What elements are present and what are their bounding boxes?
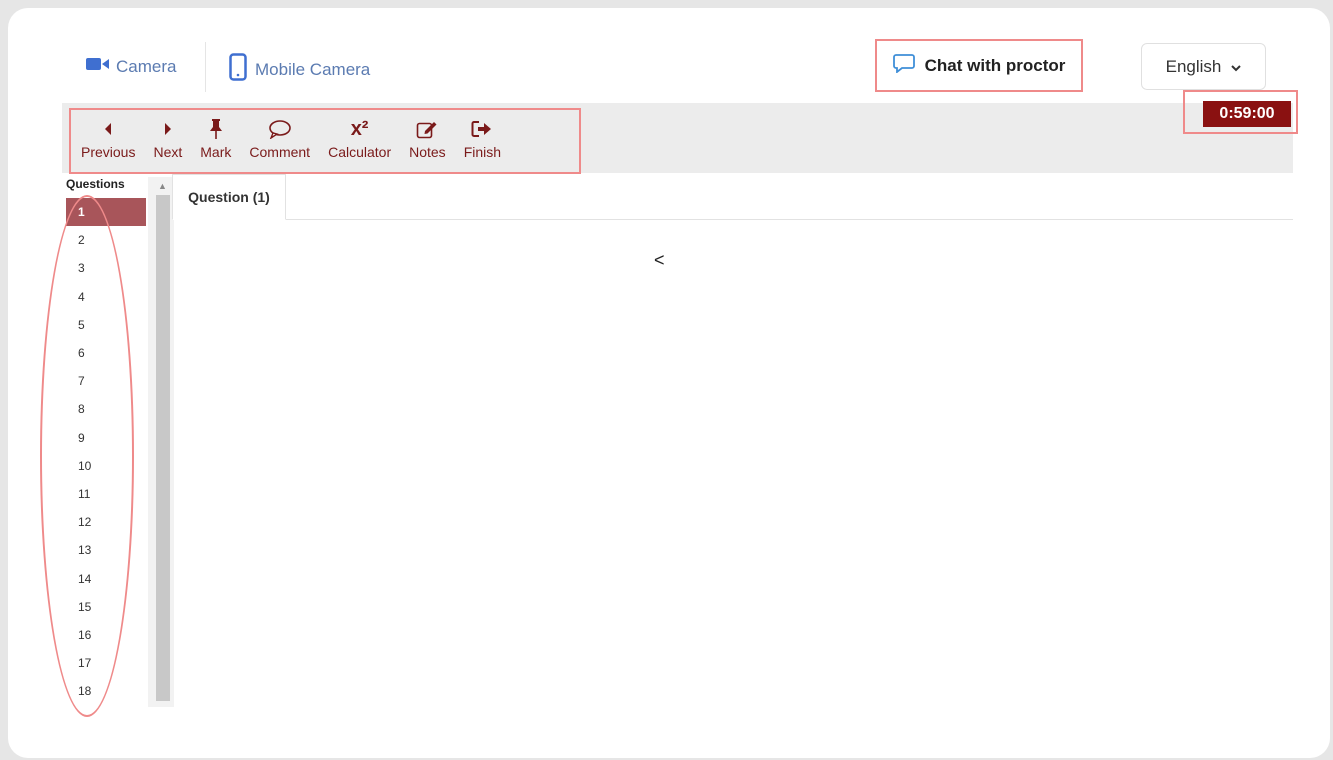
next-label: Next bbox=[153, 144, 183, 160]
chat-with-proctor-button[interactable]: Chat with proctor bbox=[875, 39, 1083, 92]
chat-bubble-icon bbox=[892, 53, 915, 78]
chat-button-label: Chat with proctor bbox=[924, 55, 1066, 75]
language-select[interactable]: English bbox=[1141, 43, 1266, 90]
caret-left-icon bbox=[103, 116, 113, 142]
calculator-label: Calculator bbox=[328, 144, 392, 160]
video-camera-icon bbox=[86, 56, 110, 77]
notes-label: Notes bbox=[409, 144, 446, 160]
question-body-text: < bbox=[654, 250, 665, 270]
mobile-camera-tab-label: Mobile Camera bbox=[255, 59, 371, 79]
pushpin-icon bbox=[209, 116, 223, 142]
notes-button[interactable]: Notes bbox=[409, 110, 446, 160]
camera-tab-label: Camera bbox=[116, 56, 177, 76]
next-button[interactable]: Next bbox=[153, 110, 182, 160]
comment-label: Comment bbox=[249, 144, 311, 160]
edit-note-icon bbox=[416, 116, 438, 142]
questions-scrollbar[interactable]: ▲ bbox=[148, 177, 174, 707]
previous-button[interactable]: Previous bbox=[81, 110, 135, 160]
chevron-down-icon bbox=[1231, 57, 1242, 77]
camera-tab[interactable]: Camera bbox=[86, 56, 176, 77]
mobile-phone-icon bbox=[229, 53, 247, 86]
mobile-camera-tab[interactable]: Mobile Camera bbox=[229, 53, 370, 86]
language-select-value: English bbox=[1165, 56, 1222, 76]
tab-question-1[interactable]: Question (1) bbox=[172, 174, 286, 220]
comment-bubble-icon bbox=[268, 116, 292, 142]
questions-highlight-oval bbox=[40, 195, 134, 717]
questions-header: Questions bbox=[66, 177, 125, 191]
sign-out-icon bbox=[471, 116, 493, 142]
previous-label: Previous bbox=[81, 144, 136, 160]
countdown-timer: 0:59:00 bbox=[1203, 101, 1291, 127]
toolbar-actions: Previous Next Mark Comment x² Calculator… bbox=[69, 108, 581, 174]
caret-right-icon bbox=[163, 116, 173, 142]
calculator-icon-text: x² bbox=[350, 117, 369, 140]
question-tabs: Question (1) bbox=[172, 174, 1293, 220]
tab-divider bbox=[205, 42, 206, 92]
finish-label: Finish bbox=[463, 144, 502, 160]
calculator-button[interactable]: x² Calculator bbox=[328, 110, 392, 161]
scrollbar-thumb[interactable] bbox=[156, 195, 170, 701]
superscript-x-icon: x² bbox=[351, 116, 369, 142]
comment-button[interactable]: Comment bbox=[249, 110, 310, 160]
scroll-up-icon[interactable]: ▲ bbox=[158, 181, 167, 191]
finish-button[interactable]: Finish bbox=[464, 110, 501, 160]
mark-label: Mark bbox=[200, 144, 232, 160]
mark-button[interactable]: Mark bbox=[200, 110, 231, 160]
